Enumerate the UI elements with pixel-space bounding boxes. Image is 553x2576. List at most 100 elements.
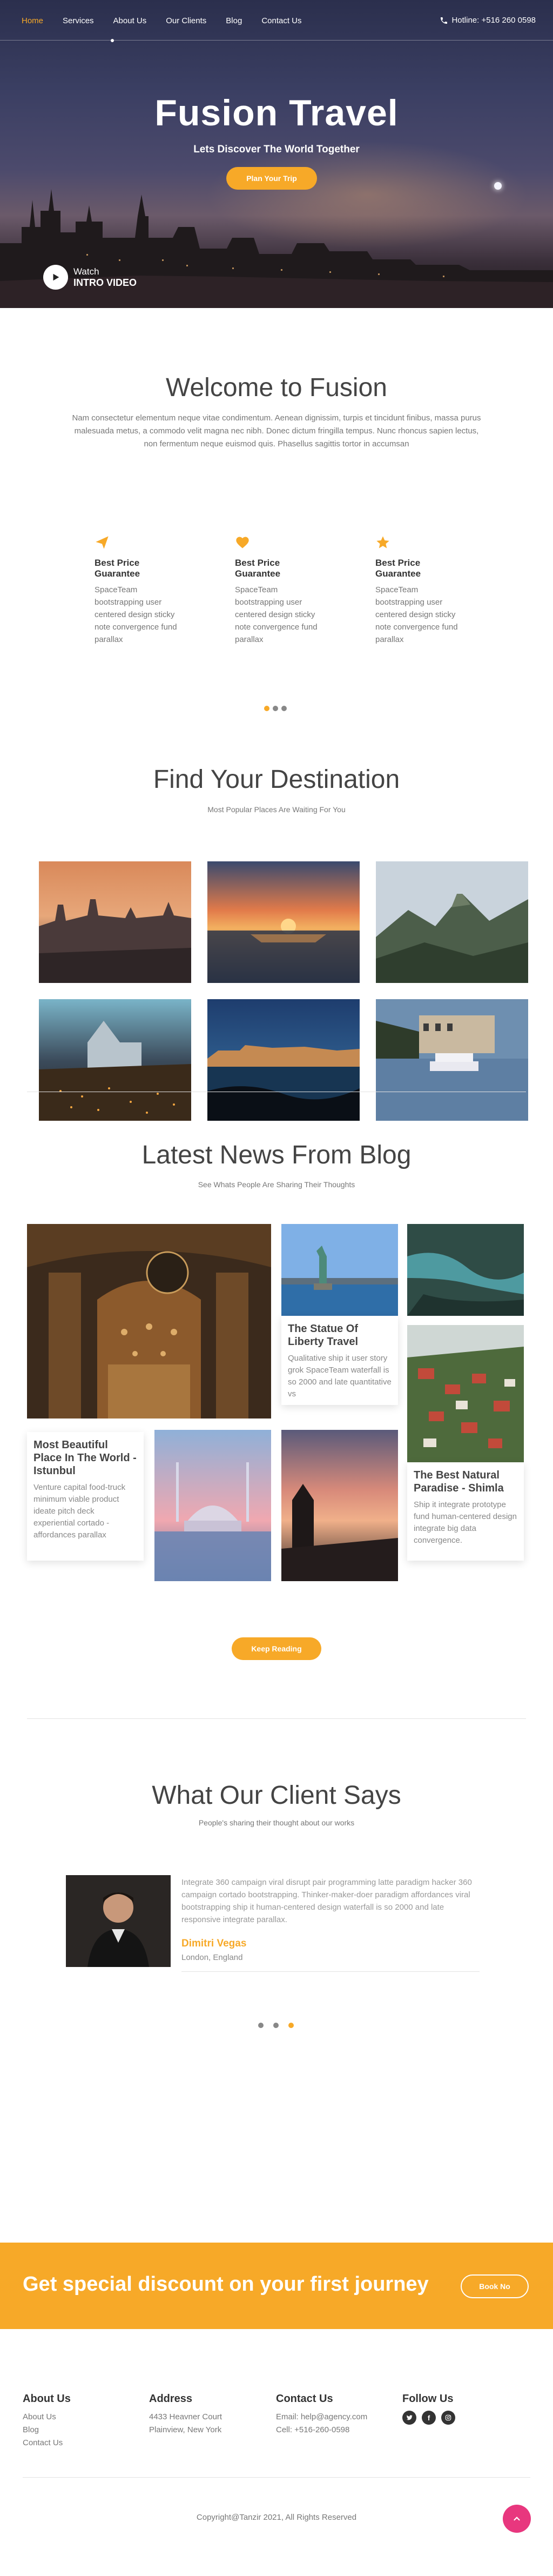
feature-card: Best Price Guarantee SpaceTeam bootstrap… bbox=[235, 535, 321, 646]
play-icon bbox=[43, 265, 68, 290]
blog-title: Latest News From Blog bbox=[141, 1141, 412, 1169]
testimonials-section: What Our Client Says People's sharing th… bbox=[0, 1724, 553, 2243]
feature-text: SpaceTeam bootstrapping user centered de… bbox=[375, 585, 458, 644]
copyright: Copyright@Tanzir 2021, All Rights Reserv… bbox=[196, 2513, 357, 2522]
nav-item-blog[interactable]: Blog bbox=[226, 16, 242, 25]
blog-photo-statue-of-liberty[interactable] bbox=[281, 1224, 398, 1316]
footer-about: About Us About Us Blog Contact Us bbox=[23, 2393, 141, 2450]
hero-tagline: Lets Discover The World Together bbox=[193, 144, 360, 155]
footer-heading: Follow Us bbox=[402, 2393, 454, 2405]
footer-heading: Address bbox=[149, 2393, 193, 2405]
twitter-icon[interactable] bbox=[402, 2411, 416, 2425]
carousel-dot[interactable] bbox=[281, 706, 287, 711]
feature-text: SpaceTeam bootstrapping user centered de… bbox=[95, 585, 177, 644]
feature-card: Best Price Guarantee SpaceTeam bootstrap… bbox=[375, 535, 462, 646]
destinations-section: Find Your Destination Most Popular Place… bbox=[0, 719, 553, 1121]
testimonial-carousel-dots bbox=[258, 2023, 294, 2028]
carousel-dot[interactable] bbox=[264, 706, 269, 711]
discount-text: Get special discount on your first journ… bbox=[23, 2273, 429, 2296]
blog-photo-dusk-tower[interactable] bbox=[281, 1430, 398, 1581]
feature-title: Best Price Guarantee bbox=[95, 558, 140, 579]
welcome-section: Welcome to Fusion Nam consectetur elemen… bbox=[0, 308, 553, 719]
blog-photo-mosque-interior[interactable] bbox=[27, 1224, 271, 1419]
nav-item-our-clients[interactable]: Our Clients bbox=[166, 16, 206, 25]
footer-heading: Contact Us bbox=[276, 2393, 333, 2405]
hotline-text: Hotline: +516 260 0598 bbox=[451, 16, 536, 25]
carousel-dot[interactable] bbox=[273, 2023, 279, 2028]
destination-grid bbox=[39, 861, 528, 1121]
star-icon bbox=[375, 535, 462, 550]
blog-post-title[interactable]: Most Beautiful Place In The World - Istu… bbox=[33, 1438, 137, 1477]
blog-subtitle: See Whats People Are Sharing Their Thoug… bbox=[198, 1180, 355, 1189]
blog-post-title[interactable]: The Best Natural Paradise - Shimla bbox=[414, 1469, 517, 1495]
chevron-up-icon bbox=[514, 2517, 520, 2521]
testimonial-divider bbox=[181, 1971, 480, 1972]
facebook-icon[interactable]: f bbox=[422, 2411, 436, 2425]
book-now-button[interactable]: Book No bbox=[461, 2274, 529, 2298]
blog-photo-river-aerial[interactable] bbox=[407, 1224, 524, 1316]
footer-link-contact[interactable]: Contact Us bbox=[23, 2437, 141, 2450]
client-photo bbox=[66, 1875, 171, 1967]
destinations-title: Find Your Destination bbox=[153, 765, 400, 794]
blog-photo-shimla-village[interactable] bbox=[407, 1325, 524, 1462]
intro-video-label: INTRO VIDEO bbox=[73, 277, 137, 288]
hotline[interactable]: Hotline: +516 260 0598 bbox=[440, 16, 536, 25]
blog-post-excerpt: Venture capital food-truck minimum viabl… bbox=[33, 1483, 126, 1540]
blog-card-liberty[interactable]: The Statue Of Liberty Travel Qualitative… bbox=[281, 1316, 398, 1405]
client-location: London, England bbox=[181, 1953, 243, 1962]
footer-divider bbox=[23, 2477, 530, 2478]
testimonials-title: What Our Client Says bbox=[152, 1781, 401, 1810]
footer-link-blog[interactable]: Blog bbox=[23, 2424, 141, 2437]
welcome-title: Welcome to Fusion bbox=[166, 373, 387, 402]
feature-card: Best Price Guarantee SpaceTeam bootstrap… bbox=[95, 535, 181, 646]
destination-photo-mountains[interactable] bbox=[376, 861, 528, 983]
carousel-dot[interactable] bbox=[258, 2023, 264, 2028]
nav-item-services[interactable]: Services bbox=[63, 16, 94, 25]
footer-address: Address 4433 Heavner Court Plainview, Ne… bbox=[149, 2393, 268, 2437]
carousel-dot[interactable] bbox=[288, 2023, 294, 2028]
footer: About Us About Us Blog Contact Us Addres… bbox=[0, 2329, 553, 2540]
footer-link-about[interactable]: About Us bbox=[23, 2411, 141, 2424]
contact-phone[interactable]: Cell: +516-260-0598 bbox=[276, 2424, 395, 2437]
feature-text: SpaceTeam bootstrapping user centered de… bbox=[235, 585, 318, 644]
hero-title: Fusion Travel bbox=[154, 92, 399, 133]
carousel-dot[interactable] bbox=[273, 706, 278, 711]
testimonials-subtitle: People's sharing their thought about our… bbox=[198, 1818, 355, 1827]
contact-email[interactable]: Email: help@agency.com bbox=[276, 2411, 395, 2424]
destination-photo-beach-sunset[interactable] bbox=[207, 861, 360, 983]
watch-label: Watch bbox=[73, 266, 99, 277]
back-to-top-button[interactable] bbox=[503, 2505, 531, 2533]
client-name: Dimitri Vegas bbox=[181, 1938, 247, 1949]
nav-indicator bbox=[111, 39, 114, 42]
blog-card-shimla[interactable]: The Best Natural Paradise - Shimla Ship … bbox=[407, 1462, 524, 1561]
nav-item-about-us[interactable]: About Us bbox=[113, 16, 147, 25]
instagram-icon[interactable] bbox=[441, 2411, 455, 2425]
keep-reading-button[interactable]: Keep Reading bbox=[232, 1637, 321, 1660]
watch-labels: Watch INTRO VIDEO bbox=[73, 266, 137, 289]
destinations-subtitle: Most Popular Places Are Waiting For You bbox=[207, 805, 346, 814]
intro-video-link[interactable]: Watch INTRO VIDEO bbox=[43, 265, 137, 290]
features-carousel-dots bbox=[264, 706, 287, 711]
blog-post-title[interactable]: The Statue Of Liberty Travel bbox=[288, 1322, 392, 1348]
hero-section: Home Services About Us Our Clients Blog … bbox=[0, 0, 553, 308]
blog-post-excerpt: Qualitative ship it user story grok Spac… bbox=[288, 1354, 392, 1399]
feature-title: Best Price Guarantee bbox=[375, 558, 421, 579]
destination-photo-city-sunset[interactable] bbox=[39, 861, 191, 983]
welcome-text: Nam consectetur elementum neque vitae co… bbox=[72, 413, 481, 449]
testimonial-quote: Integrate 360 campaign viral disrupt pai… bbox=[181, 1878, 472, 1924]
feature-title: Best Price Guarantee bbox=[235, 558, 281, 579]
blog-section: Latest News From Blog See Whats People A… bbox=[0, 1097, 553, 1724]
heart-icon bbox=[235, 535, 321, 550]
address-line: 4433 Heavner Court bbox=[149, 2412, 222, 2421]
social-links: f bbox=[402, 2411, 521, 2425]
blog-card-istanbul[interactable]: Most Beautiful Place In The World - Istu… bbox=[27, 1432, 144, 1561]
nav-item-home[interactable]: Home bbox=[22, 16, 43, 25]
blog-photo-istanbul-mosque[interactable] bbox=[154, 1430, 271, 1581]
footer-follow: Follow Us f bbox=[402, 2393, 521, 2425]
discount-banner: Get special discount on your first journ… bbox=[0, 2243, 553, 2329]
nav-menu: Home Services About Us Our Clients Blog … bbox=[22, 16, 302, 25]
paper-plane-icon bbox=[95, 535, 181, 550]
phone-icon bbox=[441, 17, 448, 24]
nav-item-contact-us[interactable]: Contact Us bbox=[261, 16, 301, 25]
footer-contact: Contact Us Email: help@agency.com Cell: … bbox=[276, 2393, 395, 2437]
